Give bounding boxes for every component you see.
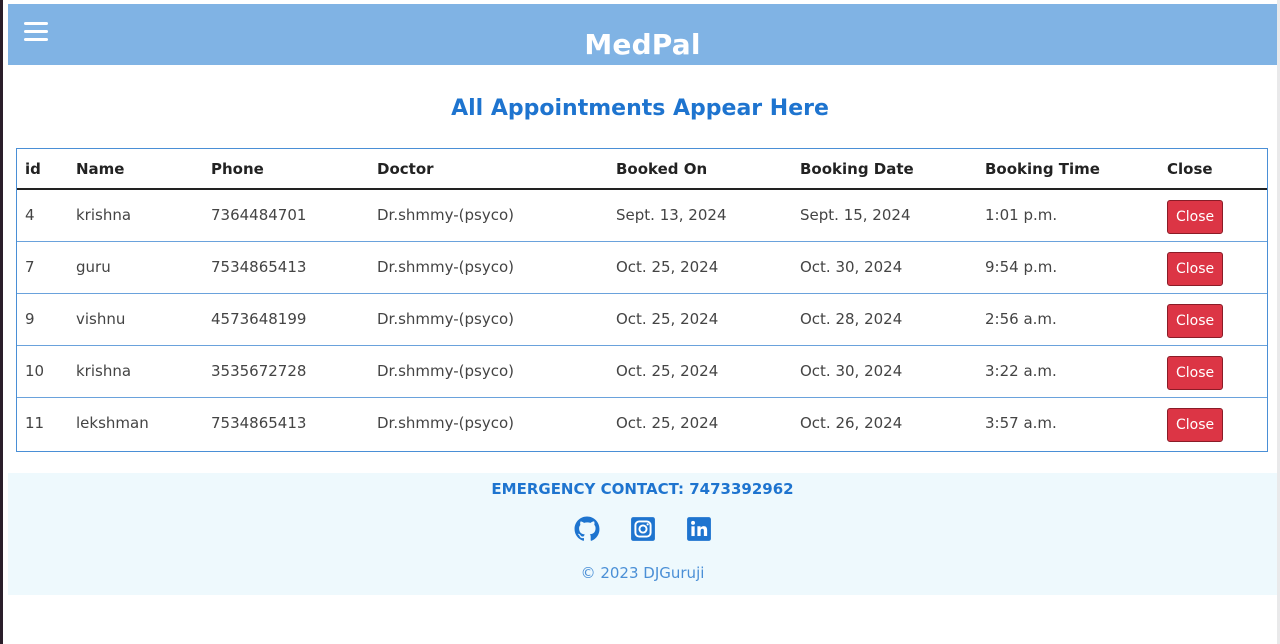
header-booked-on: Booked On [608, 149, 792, 190]
close-appointment-button[interactable]: Close [1167, 200, 1224, 235]
cell-phone: 7534865413 [203, 396, 369, 449]
cell-phone: 7364484701 [211, 206, 307, 225]
cell-action: Close [1159, 240, 1267, 293]
footer: EMERGENCY CONTACT: 7473392962 © 2023 DJG… [8, 473, 1277, 595]
cell-doctor: Dr.shmmy-(psyco) [369, 396, 608, 449]
navbar: MedPal [8, 4, 1277, 65]
cell-doctor: Dr.shmmy-(psyco) [369, 292, 608, 345]
header-booking-time: Booking Time [977, 149, 1159, 190]
cell-doctor: Dr.shmmy-(psyco) [377, 206, 515, 225]
cell-booking-date: Oct. 28, 2024 [792, 292, 977, 345]
close-appointment-button[interactable]: Close [1167, 356, 1224, 390]
cell-booking-time: 3:22 a.m. [977, 344, 1159, 397]
cell-phone: 7534865413 [203, 240, 369, 293]
github-icon[interactable] [574, 516, 600, 542]
cell-name: krishna [76, 206, 132, 225]
cell-phone: 4573648199 [203, 292, 369, 345]
table-header-row: id Name Phone Doctor Booked On Booking D… [17, 149, 1267, 190]
cell-name: guru [68, 240, 203, 293]
header-name: Name [68, 149, 203, 190]
cell-id: 7 [17, 240, 68, 293]
instagram-icon[interactable] [630, 516, 656, 542]
cell-booking-date: Oct. 30, 2024 [792, 344, 977, 397]
social-links [8, 516, 1277, 542]
cell-id: 9 [17, 292, 68, 345]
linkedin-icon[interactable] [686, 516, 712, 542]
header-doctor: Doctor [369, 149, 608, 190]
cell-id: 10 [17, 344, 68, 397]
cell-id: 11 [17, 396, 68, 449]
appointments-table: id Name Phone Doctor Booked On Booking D… [16, 148, 1268, 452]
cell-booked-on: Oct. 25, 2024 [608, 396, 792, 449]
table-row: 11 lekshman 7534865413 Dr.shmmy-(psyco) … [17, 396, 1267, 449]
cell-action: Close [1159, 189, 1267, 241]
copyright-text: © 2023 DJGuruji [580, 564, 705, 582]
cell-name: krishna [68, 344, 203, 397]
cell-booked-on: Oct. 25, 2024 [608, 292, 792, 345]
cell-doctor: Dr.shmmy-(psyco) [369, 344, 608, 397]
cell-name: lekshman [68, 396, 203, 449]
cell-booking-date: Sept. 15, 2024 [800, 206, 911, 225]
table-row: 9 vishnu 4573648199 Dr.shmmy-(psyco) Oct… [17, 292, 1267, 345]
header-close: Close [1159, 149, 1267, 190]
close-appointment-button[interactable]: Close [1167, 408, 1224, 443]
header-booking-date: Booking Date [792, 149, 977, 190]
cell-phone: 3535672728 [203, 344, 369, 397]
cell-booked-on: Sept. 13, 2024 [616, 206, 727, 225]
close-appointment-button[interactable]: Close [1167, 252, 1224, 286]
cell-booking-time: 9:54 p.m. [977, 240, 1159, 293]
cell-action: Close [1159, 292, 1267, 345]
cell-action: Close [1159, 396, 1267, 449]
table-row: 7 guru 7534865413 Dr.shmmy-(psyco) Oct. … [17, 240, 1267, 293]
emergency-contact: EMERGENCY CONTACT: 7473392962 [491, 480, 794, 498]
header-phone: Phone [203, 149, 369, 190]
cell-booking-date: Oct. 26, 2024 [792, 396, 977, 449]
close-appointment-button[interactable]: Close [1167, 304, 1224, 338]
cell-booking-time: 3:57 a.m. [977, 396, 1159, 449]
brand-title[interactable]: MedPal [8, 28, 1277, 61]
cell-booking-date: Oct. 30, 2024 [792, 240, 977, 293]
cell-action: Close [1159, 344, 1267, 397]
header-id: id [17, 149, 68, 190]
cell-doctor: Dr.shmmy-(psyco) [369, 240, 608, 293]
cell-booking-time: 2:56 a.m. [977, 292, 1159, 345]
cell-booked-on: Oct. 25, 2024 [608, 240, 792, 293]
table-row: 10 krishna 3535672728 Dr.shmmy-(psyco) O… [17, 344, 1267, 397]
cell-booking-time: 1:01 p.m. [985, 206, 1058, 225]
cell-name: vishnu [68, 292, 203, 345]
cell-booked-on: Oct. 25, 2024 [608, 344, 792, 397]
cell-id: 4 [25, 206, 35, 225]
page-title: All Appointments Appear Here [451, 96, 829, 121]
table-row: 4 krishna 7364484701 Dr.shmmy-(psyco) Se… [17, 189, 1267, 241]
